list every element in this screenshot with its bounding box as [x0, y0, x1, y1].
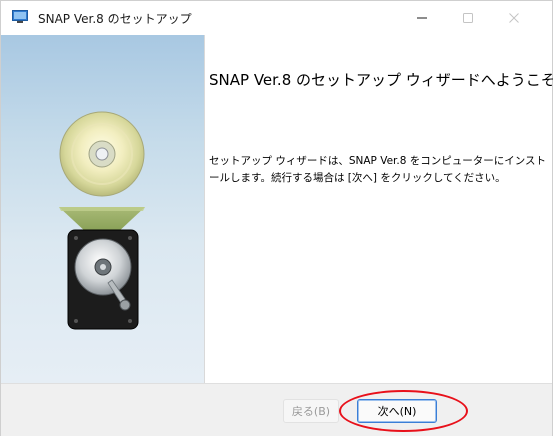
wizard-heading: SNAP Ver.8 のセットアップ ウィザードへようこそ。	[209, 71, 553, 89]
back-button[interactable]: 戻る(B)	[283, 399, 339, 423]
close-button[interactable]	[491, 1, 537, 35]
window-title: SNAP Ver.8 のセットアップ	[38, 12, 192, 26]
banner-graphic	[59, 111, 145, 330]
close-icon	[509, 13, 519, 23]
hard-drive-icon	[67, 229, 139, 330]
installer-app-icon	[12, 10, 28, 23]
maximize-icon	[463, 13, 473, 23]
wizard-banner	[1, 35, 204, 383]
cd-disc-icon	[59, 111, 145, 197]
button-bar: 戻る(B) 次へ(N)	[1, 383, 552, 436]
minimize-icon	[417, 17, 427, 19]
title-bar[interactable]: SNAP Ver.8 のセットアップ	[1, 1, 552, 35]
maximize-button[interactable]	[445, 1, 491, 35]
setup-wizard-window: SNAP Ver.8 のセットアップ SNAP Ver.8 のセットアップ ウィ…	[0, 0, 553, 436]
wizard-content: SNAP Ver.8 のセットアップ ウィザードへようこそ。 セットアップ ウィ…	[205, 35, 553, 383]
next-button[interactable]: 次へ(N)	[357, 399, 437, 423]
wizard-description: セットアップ ウィザードは、SNAP Ver.8 をコンピューターにインストール…	[209, 155, 547, 184]
minimize-button[interactable]	[399, 1, 445, 35]
